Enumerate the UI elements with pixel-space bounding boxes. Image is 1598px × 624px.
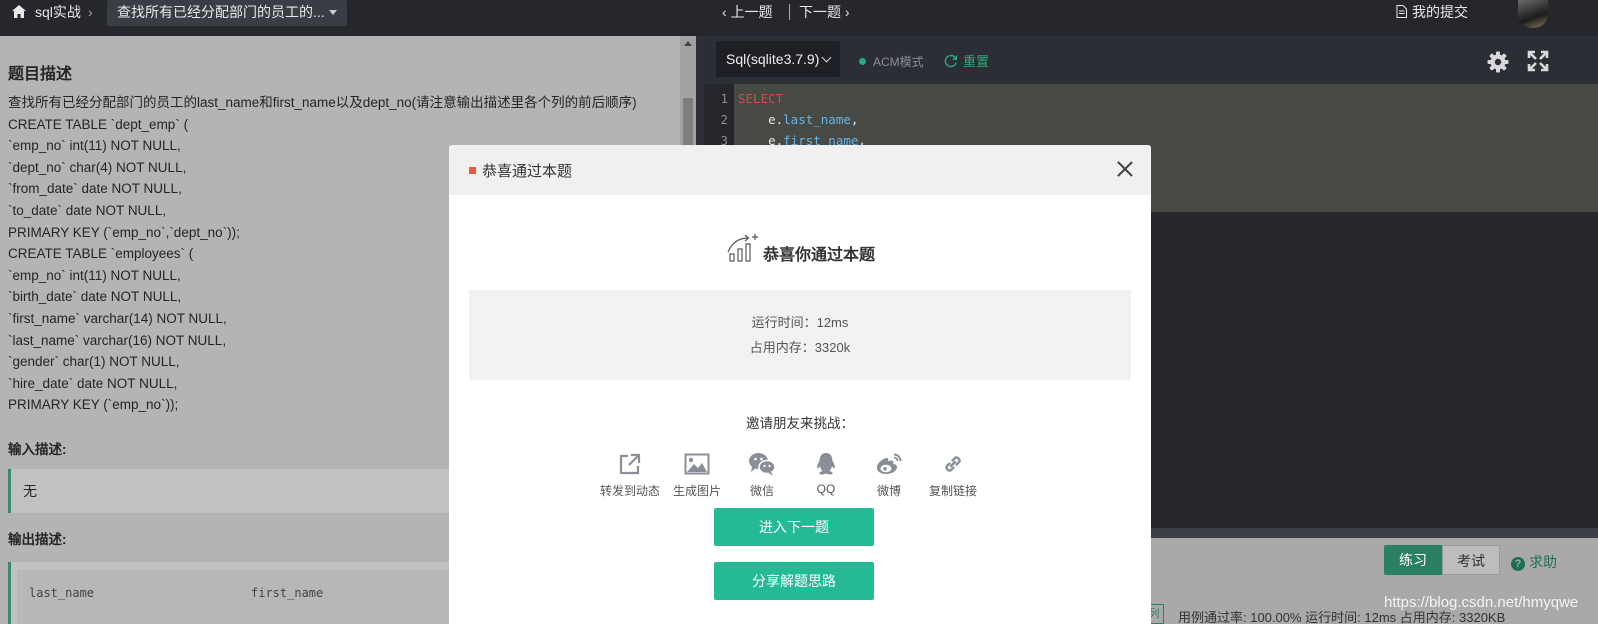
input-section-title: 输入描述: [8,442,67,457]
share-solution-button[interactable]: 分享解题思路 [714,562,874,600]
language-select-label: Sql(sqlite3.7.9) [726,51,820,67]
language-select[interactable]: Sql(sqlite3.7.9) [716,41,840,77]
share-repost[interactable]: 转发到动态 [597,450,663,499]
description-line: 查找所有已经分配部门的员工的last_name和first_name以及dept… [8,95,637,110]
exam-tab[interactable]: 考试 [1442,545,1500,575]
refresh-icon [944,54,958,68]
output-column: first_name [251,586,324,600]
runtime-stat: 运行时间：12ms [751,315,849,330]
code-content[interactable]: SELECT e.last_name, e.first_name, [738,88,866,151]
output-section-title: 输出描述: [8,532,67,547]
watermark: https://blog.csdn.net/hmyqwe [1384,594,1579,611]
editor-toolbar: Sql(sqlite3.7.9) ACM模式 重置 [704,36,1598,84]
document-icon [1396,5,1407,18]
title-marker [469,167,476,174]
weibo-icon [876,453,902,474]
reset-button[interactable]: 重置 [944,51,989,70]
share-label: 复制链接 [928,484,977,498]
link-icon [945,456,961,472]
next-problem-link[interactable]: 下一题 › [799,0,850,26]
help-label: 求助 [1529,554,1557,570]
share-label: 生成图片 [672,484,721,498]
modal-title: 恭喜通过本题 [482,163,573,180]
nav-divider [789,4,790,20]
gear-icon[interactable] [1486,50,1510,74]
image-icon [684,453,710,475]
my-submissions-label: 我的提交 [1412,4,1468,20]
fullscreen-icon[interactable] [1527,50,1549,72]
caret-down-icon [329,10,337,15]
scroll-up-arrow-icon[interactable] [684,41,692,46]
home-icon[interactable] [12,5,26,19]
next-problem-button[interactable]: 进入下一题 [714,508,874,546]
share-label: 转发到动态 [599,484,660,498]
problem-select-label: 查找所有已经分配部门的员工的... [117,4,325,20]
code-field: last_name [783,112,851,127]
breadcrumb-sql-practice[interactable]: sql实战 [35,0,81,26]
chevron-down-icon [821,52,832,63]
code-token: , [850,112,859,127]
prev-problem-link[interactable]: ‹ 上一题 [722,0,773,26]
top-bar: sql实战 › 查找所有已经分配部门的员工的... ‹ 上一题 下一题 › 我的… [0,0,1598,36]
editor-horizontal-scrollbar[interactable] [1131,528,1598,538]
qq-icon [817,453,835,475]
acm-status-dot [859,58,866,65]
result-stats: 运行时间：12ms 占用内存：3320k [469,290,1131,380]
code-line: e.last_name, [738,109,866,130]
problem-select[interactable]: 查找所有已经分配部门的员工的... [107,0,347,26]
practice-tab[interactable]: 练习 [1384,545,1442,575]
close-icon[interactable] [1116,160,1134,178]
line-number: 2 [720,112,728,127]
wechat-icon [749,453,776,476]
share-weibo[interactable]: 微博 [856,450,922,499]
line-number: 1 [720,91,728,106]
my-submissions-link[interactable]: 我的提交 [1396,0,1468,26]
share-label: 微信 [749,484,774,498]
description-line: CREATE TABLE `dept_emp` ( [8,116,189,132]
reset-label: 重置 [963,54,990,69]
input-description-value: 无 [23,483,37,499]
share-copy-link[interactable]: 复制链接 [920,450,986,499]
sql-keyword: SELECT [738,91,784,106]
share-qq[interactable]: QQ [793,450,859,496]
question-icon: ? [1511,557,1525,571]
help-button[interactable]: ? 求助 [1511,552,1557,572]
modal-header: 恭喜通过本题 [449,145,1151,195]
code-line: SELECT [738,88,866,109]
code-token: e. [738,112,784,127]
acm-mode-toggle[interactable]: ACM模式 [859,53,924,70]
share-out-icon [619,453,641,475]
share-label: QQ [816,482,836,496]
success-modal: 恭喜通过本题 恭喜你通过本题 运行时间：12ms 占用内存：3320k 邀请朋友… [449,145,1151,624]
trophy-chart-icon [727,234,758,262]
output-column: last_name [29,586,95,600]
breadcrumb-separator: › [88,4,93,20]
success-message: 恭喜你通过本题 [763,247,876,264]
share-wechat[interactable]: 微信 [729,450,795,499]
share-image[interactable]: 生成图片 [664,450,730,499]
invite-label: 邀请朋友来挑战： [746,416,854,431]
acm-mode-label: ACM模式 [873,55,924,69]
share-label: 微博 [876,484,901,498]
user-avatar[interactable] [1518,0,1548,28]
memory-stat: 占用内存：3320k [749,340,851,355]
problem-section-title: 题目描述 [8,66,73,83]
